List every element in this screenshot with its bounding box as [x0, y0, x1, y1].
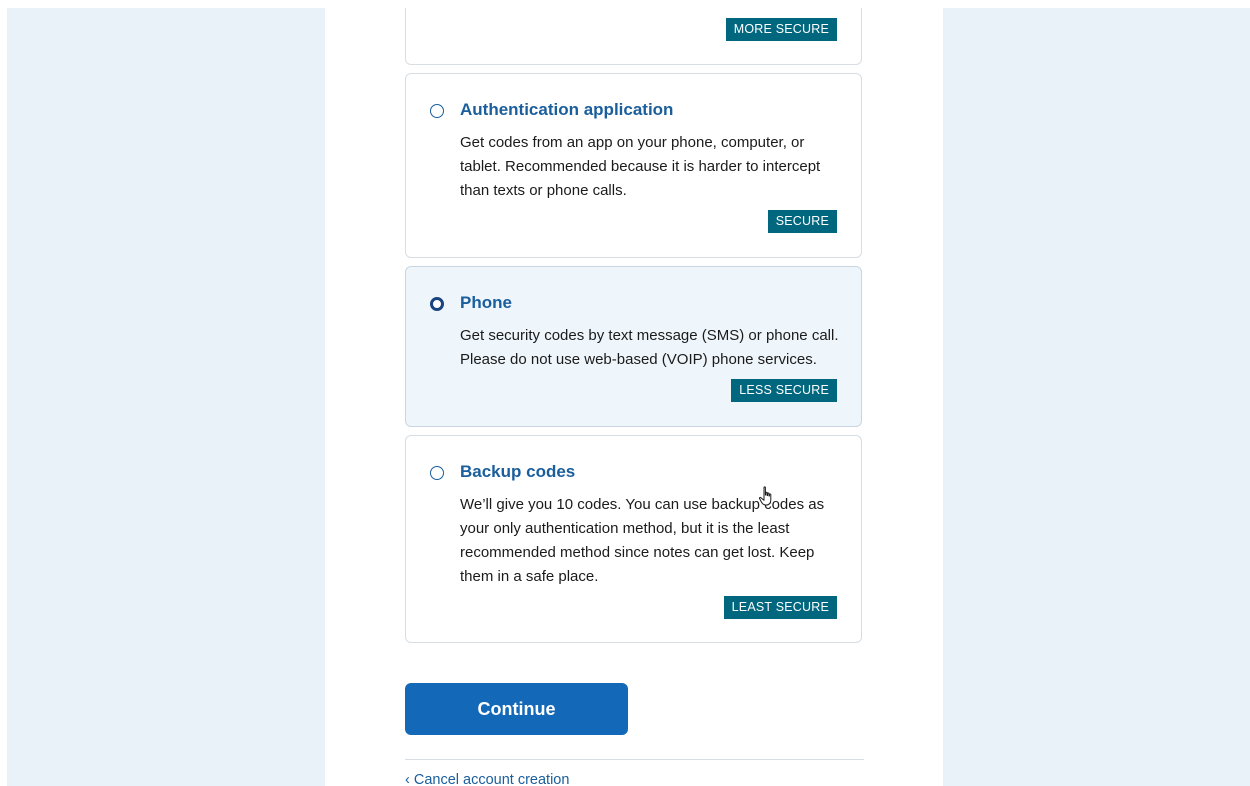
continue-button[interactable]: Continue [405, 683, 628, 735]
option-card-phone[interactable]: Phone Get security codes by text message… [405, 266, 862, 427]
page-side-left [7, 8, 325, 786]
option-title: Backup codes [460, 462, 576, 481]
radio-circle-icon[interactable] [430, 466, 444, 480]
option-title: Phone [460, 293, 512, 312]
option-card-auth-app[interactable]: Authentication application Get codes fro… [405, 73, 862, 258]
main-content: MORE SECURE Authentication application G… [325, 8, 943, 786]
option-card-backup-codes[interactable]: Backup codes We’ll give you 10 codes. Yo… [405, 435, 862, 643]
option-title: Authentication application [460, 100, 674, 119]
page-side-right [943, 8, 1250, 786]
cancel-account-creation-link[interactable]: ‹ Cancel account creation [405, 771, 569, 786]
security-badge: LESS SECURE [731, 379, 837, 402]
option-description: We’ll give you 10 codes. You can use bac… [460, 496, 825, 585]
divider [405, 759, 864, 760]
security-badge: MORE SECURE [725, 18, 837, 41]
hand-pointer-icon [759, 486, 772, 506]
option-description: Get security codes by text message (SMS)… [460, 327, 839, 368]
security-badge: LEAST SECURE [723, 596, 837, 619]
security-badge: SECURE [767, 210, 837, 233]
radio-circle-icon[interactable] [430, 297, 444, 311]
option-description: Get codes from an app on your phone, com… [460, 134, 821, 199]
radio-circle-icon[interactable] [430, 104, 444, 118]
option-card-more-secure[interactable]: MORE SECURE [405, 8, 862, 65]
